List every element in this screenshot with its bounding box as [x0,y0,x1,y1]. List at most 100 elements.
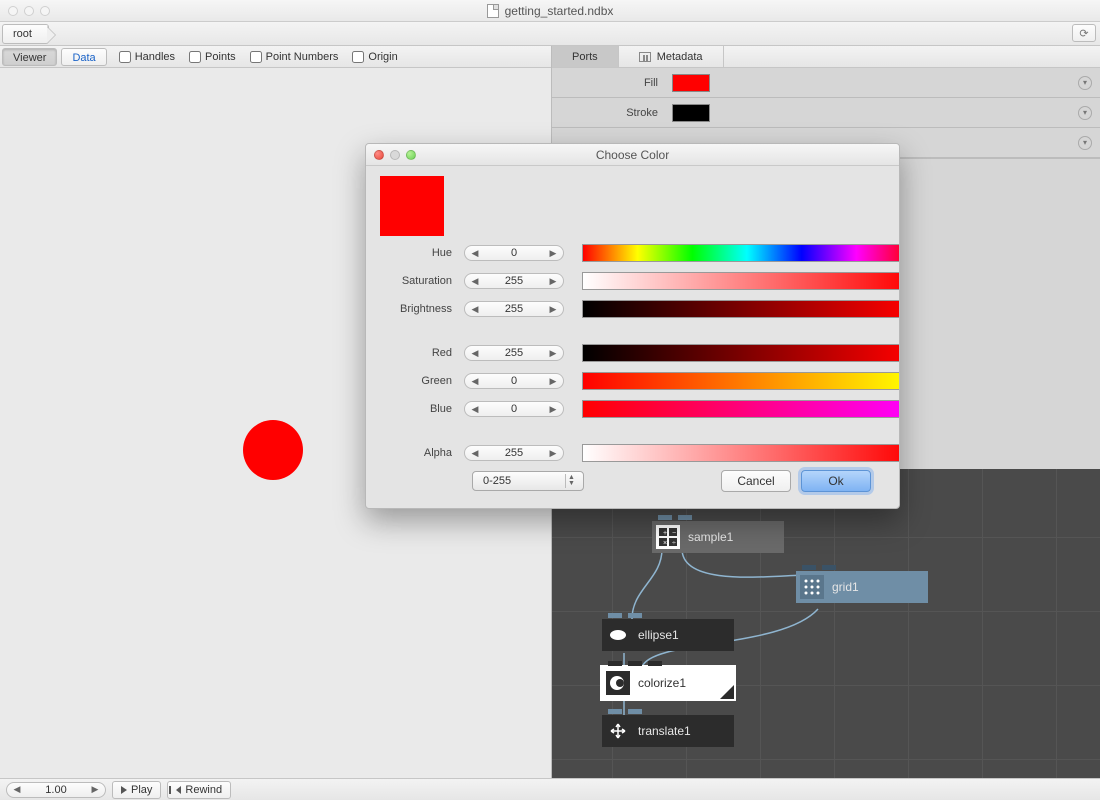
colorize-icon [606,671,630,695]
node-ellipse1[interactable]: ellipse1 [602,619,734,651]
alpha-slider[interactable] [582,444,900,462]
label-hue: Hue [380,247,458,259]
translate-icon [606,719,630,743]
ellipse-icon [606,623,630,647]
grid-icon [800,575,824,599]
blue-value: 0 [511,403,517,415]
tab-data[interactable]: Data [61,48,106,66]
window-title: getting_started.ndbx [505,4,614,18]
empty-disclosure-icon[interactable]: ▾ [1078,136,1092,150]
color-dialog: Choose Color Hue ◀0▶ Saturation ◀255▶ Br… [365,143,900,509]
reload-button[interactable]: ⟳ [1072,24,1096,42]
ok-button[interactable]: Ok [801,470,871,492]
saturation-value: 255 [505,275,523,287]
frame-increment-icon[interactable]: ▶ [88,784,102,795]
node-grid1-label: grid1 [832,580,859,594]
label-red: Red [380,347,458,359]
stroke-disclosure-icon[interactable]: ▾ [1078,106,1092,120]
check-handles[interactable]: Handles [119,51,175,63]
node-network[interactable]: +−× ÷ sample1 grid1 ellipse1 [552,469,1100,779]
fill-swatch[interactable] [672,74,710,92]
stroke-swatch[interactable] [672,104,710,122]
check-pointnumbers[interactable]: Point Numbers [250,51,339,63]
svg-text:÷: ÷ [672,540,676,547]
red-value: 255 [505,347,523,359]
tab-viewer[interactable]: Viewer [2,48,57,66]
label-blue: Blue [380,403,458,415]
label-green: Green [380,375,458,387]
node-grid1[interactable]: grid1 [796,571,928,603]
frame-decrement-icon[interactable]: ◀ [10,784,24,795]
svg-text:+: + [663,530,667,537]
check-origin-label: Origin [368,51,397,63]
window-titlebar: getting_started.ndbx [0,0,1100,22]
updown-icon: ▲▼ [565,474,577,488]
svg-text:×: × [663,540,667,547]
dialog-titlebar: Choose Color [366,144,899,166]
rewind-icon [176,786,181,794]
node-translate1-label: translate1 [638,724,691,738]
alpha-value: 255 [505,447,523,459]
alpha-stepper[interactable]: ◀255▶ [464,445,564,461]
dialog-title: Choose Color [366,148,899,162]
viewer-shape-circle [243,420,303,480]
prop-fill-label: Fill [552,77,672,89]
node-sample1-label: sample1 [688,530,733,544]
sample-icon: +−× ÷ [656,525,680,549]
red-slider[interactable] [582,344,900,362]
rewind-label: Rewind [185,784,222,796]
green-value: 0 [511,375,517,387]
green-slider[interactable] [582,372,900,390]
blue-stepper[interactable]: ◀0▶ [464,401,564,417]
reload-icon: ⟳ [1079,27,1088,40]
node-ellipse1-label: ellipse1 [638,628,679,642]
cancel-button[interactable]: Cancel [721,470,791,492]
prop-stroke[interactable]: Stroke ▾ [552,98,1100,128]
wire-sample-ellipse [632,549,662,619]
red-stepper[interactable]: ◀255▶ [464,345,564,361]
check-pointnumbers-label: Point Numbers [266,51,339,63]
color-preview-swatch [380,176,444,236]
viewer-tabs: Viewer Data Handles Points Point Numbers… [0,46,551,68]
label-alpha: Alpha [380,447,458,459]
frame-value: 1.00 [45,784,66,796]
playbar: ◀ 1.00 ▶ Play Rewind [0,778,1100,800]
hue-slider[interactable] [582,244,900,262]
frame-stepper[interactable]: ◀ 1.00 ▶ [6,782,106,798]
range-select[interactable]: 0-255 ▲▼ [472,471,584,491]
fill-disclosure-icon[interactable]: ▾ [1078,76,1092,90]
play-label: Play [131,784,152,796]
metadata-icon [639,52,651,62]
hue-value: 0 [511,247,517,259]
check-points[interactable]: Points [189,51,236,63]
check-handles-label: Handles [135,51,175,63]
hue-stepper[interactable]: ◀0▶ [464,245,564,261]
brightness-stepper[interactable]: ◀255▶ [464,301,564,317]
brightness-slider[interactable] [582,300,900,318]
node-sample1[interactable]: +−× ÷ sample1 [652,521,784,553]
saturation-slider[interactable] [582,272,900,290]
play-button[interactable]: Play [112,781,161,799]
range-value: 0-255 [483,475,511,487]
prop-stroke-label: Stroke [552,107,672,119]
breadcrumb-bar: root ⟳ [0,22,1100,46]
node-colorize1-label: colorize1 [638,676,686,690]
svg-text:−: − [672,530,676,537]
node-colorize1[interactable]: colorize1 [602,667,734,699]
property-tabs: Ports Metadata [552,46,1100,68]
saturation-stepper[interactable]: ◀255▶ [464,273,564,289]
file-icon [487,4,499,18]
rewind-button[interactable]: Rewind [167,781,231,799]
blue-slider[interactable] [582,400,900,418]
prop-fill[interactable]: Fill ▾ [552,68,1100,98]
node-translate1[interactable]: translate1 [602,715,734,747]
tab-ports[interactable]: Ports [552,46,619,67]
label-saturation: Saturation [380,275,458,287]
breadcrumb-root[interactable]: root [2,24,49,44]
label-brightness: Brightness [380,303,458,315]
tab-metadata[interactable]: Metadata [619,46,724,67]
check-origin[interactable]: Origin [352,51,397,63]
green-stepper[interactable]: ◀0▶ [464,373,564,389]
check-points-label: Points [205,51,236,63]
play-icon [121,786,127,794]
